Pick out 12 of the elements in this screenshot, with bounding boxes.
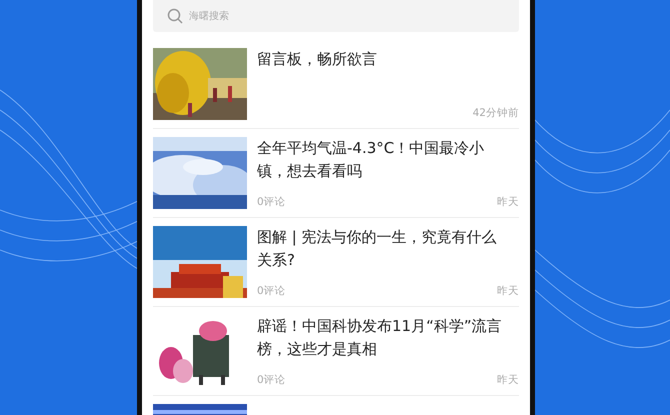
article-title[interactable]: 图解 | 宪法与你的一生，究竟有什么关系? [257, 226, 519, 272]
post-time: 昨天 [497, 373, 519, 387]
article-title[interactable]: 全年平均气温-4.3°C！中国最冷小镇，想去看看吗 [257, 137, 519, 183]
comment-count: 0评论 [257, 373, 286, 387]
post-time: 42分钟前 [472, 106, 519, 120]
article-title[interactable]: 辟谣！中国科协发布11月“科学”流言榜，这些才是真相 [257, 315, 519, 361]
post-time: 昨天 [497, 195, 519, 209]
search-field[interactable]: 海曙搜索 [153, 0, 519, 32]
post-time: 昨天 [497, 284, 519, 298]
comment-count: 0评论 [257, 284, 286, 298]
article-title[interactable]: 留言板，畅所欲言 [257, 48, 519, 71]
comment-count: 0评论 [257, 195, 286, 209]
